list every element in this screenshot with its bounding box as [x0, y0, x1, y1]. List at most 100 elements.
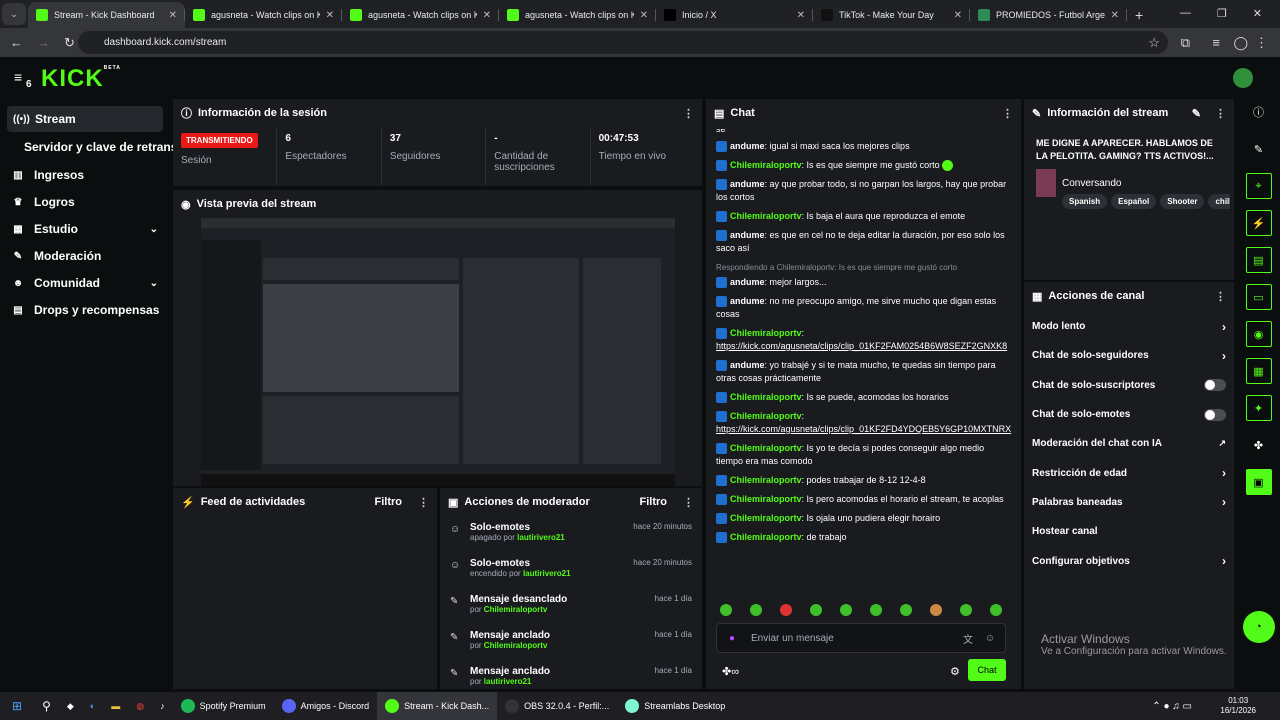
emote-1[interactable]	[720, 604, 732, 616]
chat-message[interactable]: Chilemiraloportv: Is pero acomodas el ho…	[716, 493, 1012, 506]
tab-close-icon[interactable]: ✕	[326, 10, 334, 21]
moderator-name[interactable]: Chilemiraloportv	[484, 641, 548, 650]
menu-icon[interactable]: ⋮	[1255, 35, 1268, 51]
media-icon[interactable]: ≡	[1212, 35, 1220, 50]
chat-message[interactable]: andume: yo trabajé y si te mata mucho, t…	[716, 359, 1012, 385]
chat-username[interactable]: andume	[730, 141, 765, 151]
chat-username[interactable]: Chilemiraloportv	[730, 532, 802, 542]
taskbar-app[interactable]: Stream - Kick Dash...	[377, 692, 498, 720]
chat-message[interactable]: Chilemiraloportv: Is es que siempre me g…	[716, 159, 1012, 172]
info-rail-icon[interactable]: ⓘ	[1246, 99, 1272, 125]
broadcast-rail-icon[interactable]: ◉	[1245, 321, 1272, 347]
chat-username[interactable]: Chilemiraloportv	[730, 392, 802, 402]
mod-action-row[interactable]: ☺ Solo-emotes apagado por lautirivero21 hac…	[440, 516, 702, 552]
chat-username[interactable]: Chilemiraloportv	[730, 513, 802, 523]
chat-menu-icon[interactable]: ⋮	[1002, 107, 1013, 120]
mod-action-row[interactable]: ✎ Mensaje anclado por Chilemiraloportv hace…	[440, 624, 702, 660]
mod-rail-icon[interactable]: ▦	[1245, 358, 1272, 384]
profile-icon[interactable]: ◯	[1233, 35, 1248, 51]
browser-tab[interactable]: agusneta - Watch clips on Kick ✕	[342, 2, 499, 28]
chat-username[interactable]: Chilemiraloportv	[730, 475, 802, 485]
reload-icon[interactable]: ↻	[64, 35, 75, 51]
pencil-rail-icon[interactable]: ✎	[1246, 136, 1272, 162]
tab-close-icon[interactable]: ✕	[169, 10, 177, 21]
avatar[interactable]	[1233, 68, 1253, 88]
edge-icon[interactable]: ◐	[82, 701, 103, 711]
tab-close-icon[interactable]: ✕	[640, 10, 648, 21]
chat-message[interactable]: Chilemiraloportv: Is yo te decía si pode…	[716, 442, 1012, 468]
explorer-icon[interactable]: ▬	[103, 701, 128, 711]
clock[interactable]: 01:03 16/1/2026	[1220, 696, 1256, 716]
tab-search-button[interactable]: ⌄	[2, 3, 26, 25]
mod-action-row[interactable]: ✎ Mensaje anclado por lautirivero21 hace 1 …	[440, 660, 702, 689]
tab-close-icon[interactable]: ✕	[1111, 10, 1119, 21]
back-icon[interactable]: ←	[10, 35, 23, 50]
emote-2[interactable]	[750, 604, 762, 616]
emote-7[interactable]	[900, 604, 912, 616]
channel-action-item[interactable]: Configurar objetivos ›	[1024, 546, 1234, 575]
emote-10[interactable]	[990, 604, 1002, 616]
bookmark-star-icon[interactable]: ☆	[1148, 35, 1160, 51]
category-name[interactable]: Conversando	[1062, 178, 1121, 189]
clapper-rail-icon[interactable]: ▣	[1245, 469, 1272, 495]
chat-message[interactable]: andume: ay que probar todo, si no garpan…	[716, 178, 1012, 204]
emote-6[interactable]	[870, 604, 882, 616]
feed-menu-icon[interactable]: ⋮	[418, 496, 429, 509]
clip-rail-icon[interactable]: ⌖	[1245, 173, 1272, 199]
mod-action-row[interactable]: ✎ Mensaje desanclado por Chilemiraloportv h…	[440, 588, 702, 624]
moderator-name[interactable]: Chilemiraloportv	[484, 605, 548, 614]
emote-9[interactable]	[960, 604, 972, 616]
hamburger-icon[interactable]: ≡	[14, 69, 22, 85]
taskbar-app[interactable]: Spotify Premium	[173, 692, 274, 720]
channel-action-item[interactable]: Hostear canal	[1024, 517, 1234, 546]
new-tab-button[interactable]: +	[1135, 7, 1143, 23]
feed-filter-button[interactable]: Filtro	[375, 496, 403, 508]
browser-tab[interactable]: Inicio / X ✕	[656, 2, 813, 28]
stream-tag[interactable]: Shooter	[1160, 194, 1205, 209]
tab-close-icon[interactable]: ✕	[954, 10, 962, 21]
channel-action-item[interactable]: Moderación del chat con IA ↗	[1024, 429, 1234, 458]
stream-tag[interactable]: chill	[1208, 194, 1230, 209]
chat-username[interactable]: andume	[730, 179, 765, 189]
chat-message[interactable]: Chilemiraloportv: Is se puede, acomodas …	[716, 391, 1012, 404]
chat-message[interactable]: andume: es que en cel no te deja editar …	[716, 229, 1012, 255]
browser-tab[interactable]: TikTok - Make Your Day ✕	[813, 2, 970, 28]
points-icon[interactable]: ✤∞	[722, 665, 739, 678]
stream-tag[interactable]: Español	[1111, 194, 1157, 209]
chat-username[interactable]: Chilemiraloportv	[730, 411, 802, 421]
chat-username[interactable]: Chilemiraloportv	[730, 211, 802, 221]
browser-tab[interactable]: PROMIEDOS - Futbol Argentin... ✕	[970, 2, 1127, 28]
session-menu-icon[interactable]: ⋮	[683, 107, 694, 120]
taskbar-app[interactable]: Amigos - Discord	[274, 692, 378, 720]
browser-tab[interactable]: Stream - Kick Dashboard ✕	[28, 2, 185, 28]
bolt-rail-icon[interactable]: ⚡	[1245, 210, 1272, 236]
toggle-switch[interactable]	[1204, 379, 1226, 392]
chat-username[interactable]: Chilemiraloportv	[730, 443, 802, 453]
emote-3[interactable]	[780, 604, 792, 616]
moderator-name[interactable]: lautirivero21	[517, 533, 565, 542]
chat-send-button[interactable]: Chat	[968, 659, 1006, 681]
stream-tag[interactable]: Spanish	[1062, 194, 1108, 209]
tab-close-icon[interactable]: ✕	[483, 10, 491, 21]
edit-icon[interactable]: ✎	[1192, 107, 1201, 120]
clip-link[interactable]: https://kick.com/agusneta/clips/clip_01K…	[716, 424, 1011, 434]
chat-rail-icon[interactable]: ▭	[1245, 284, 1272, 310]
sidebar-item[interactable]: Servidor y clave de retransm	[0, 133, 188, 161]
category-thumbnail[interactable]	[1036, 169, 1056, 197]
channel-action-item[interactable]: Chat de solo-suscriptores	[1024, 371, 1234, 400]
tiktok-icon[interactable]: ♪	[152, 701, 173, 711]
start-icon[interactable]: ⊞	[0, 699, 34, 713]
forward-icon[interactable]: →	[37, 35, 50, 50]
points-rail-icon[interactable]: ✤	[1246, 432, 1272, 458]
search-icon[interactable]: ⚲	[34, 699, 59, 713]
chrome-icon[interactable]: ◍	[128, 701, 152, 712]
copilot-icon[interactable]: ◆	[59, 701, 82, 712]
channel-action-item[interactable]: Restricción de edad ›	[1024, 458, 1234, 487]
chat-username[interactable]: Chilemiraloportv	[730, 328, 802, 338]
mod-action-row[interactable]: ☺ Solo-emotes encendido por lautirivero21 h…	[440, 552, 702, 588]
mod-menu-icon[interactable]: ⋮	[683, 496, 694, 509]
emote-8[interactable]	[930, 604, 942, 616]
sidebar-item[interactable]: ✎ Moderación	[0, 243, 170, 269]
tab-close-icon[interactable]: ✕	[797, 10, 805, 21]
maximize-button[interactable]: ❐	[1217, 7, 1227, 20]
